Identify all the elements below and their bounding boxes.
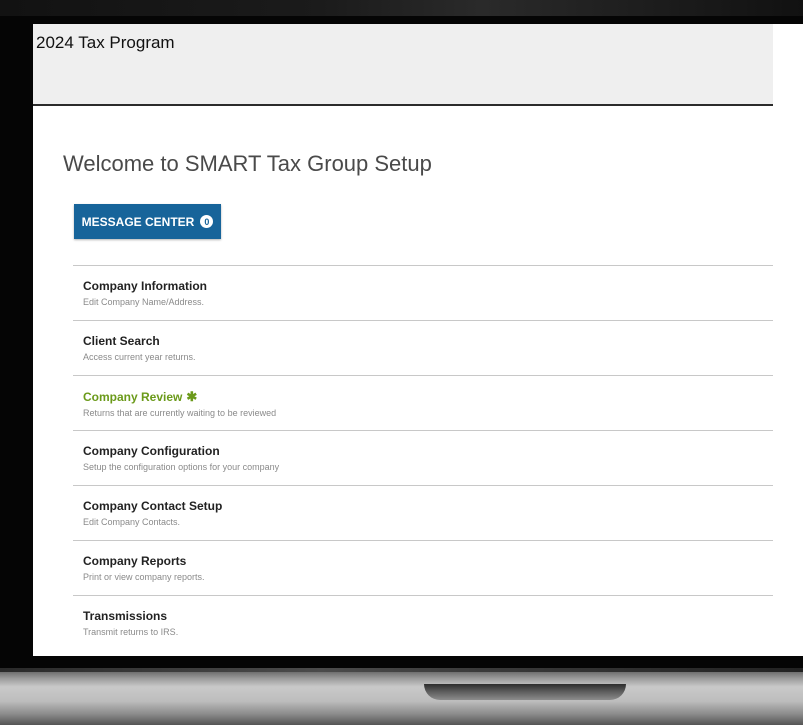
page-title: Welcome to SMART Tax Group Setup bbox=[63, 151, 432, 176]
setup-menu: Company Information Edit Company Name/Ad… bbox=[73, 265, 773, 650]
message-center-label: MESSAGE CENTER bbox=[81, 214, 195, 229]
menu-item-company-information[interactable]: Company Information Edit Company Name/Ad… bbox=[73, 265, 773, 320]
header-bar: 2024 Tax Program bbox=[33, 24, 773, 106]
menu-item-title: Client Search bbox=[83, 334, 160, 348]
asterisk-icon: ✱ bbox=[186, 389, 198, 404]
laptop-base bbox=[0, 672, 803, 725]
menu-item-title: Company Configuration bbox=[83, 444, 220, 458]
message-count-badge: 0 bbox=[200, 215, 214, 228]
app-window: 2024 Tax Program Welcome to SMART Tax Gr… bbox=[33, 24, 773, 656]
menu-item-subtitle: Edit Company Name/Address. bbox=[83, 297, 205, 307]
menu-item-title: Company Contact Setup bbox=[83, 499, 223, 513]
menu-item-transmissions[interactable]: Transmissions Transmit returns to IRS. bbox=[73, 595, 773, 650]
laptop-notch bbox=[424, 684, 626, 700]
menu-item-subtitle: Returns that are currently waiting to be… bbox=[83, 408, 277, 418]
menu-item-subtitle: Print or view company reports. bbox=[83, 572, 205, 582]
menu-item-company-review[interactable]: Company Review ✱ Returns that are current… bbox=[73, 375, 773, 430]
menu-item-company-reports[interactable]: Company Reports Print or view company re… bbox=[73, 540, 773, 595]
menu-item-title-wrap: Company Review ✱ bbox=[83, 389, 773, 405]
menu-item-subtitle: Setup the configuration options for your… bbox=[83, 462, 280, 472]
screen-edge bbox=[773, 24, 803, 656]
message-center-button[interactable]: MESSAGE CENTER 0 bbox=[74, 204, 221, 239]
menu-item-title: Transmissions bbox=[83, 609, 168, 623]
menu-item-title: Company Review bbox=[83, 390, 183, 404]
menu-item-subtitle: Access current year returns. bbox=[83, 352, 196, 362]
menu-item-client-search[interactable]: Client Search Access current year return… bbox=[73, 320, 773, 375]
menu-item-title: Company Information bbox=[83, 279, 208, 293]
menu-item-company-contact-setup[interactable]: Company Contact Setup Edit Company Conta… bbox=[73, 485, 773, 540]
bezel-sheen bbox=[0, 0, 803, 16]
menu-item-subtitle: Transmit returns to IRS. bbox=[83, 627, 179, 637]
app-title: 2024 Tax Program bbox=[36, 33, 175, 52]
menu-item-subtitle: Edit Company Contacts. bbox=[83, 517, 181, 527]
menu-item-title: Company Reports bbox=[83, 554, 187, 568]
menu-item-company-configuration[interactable]: Company Configuration Setup the configur… bbox=[73, 430, 773, 485]
